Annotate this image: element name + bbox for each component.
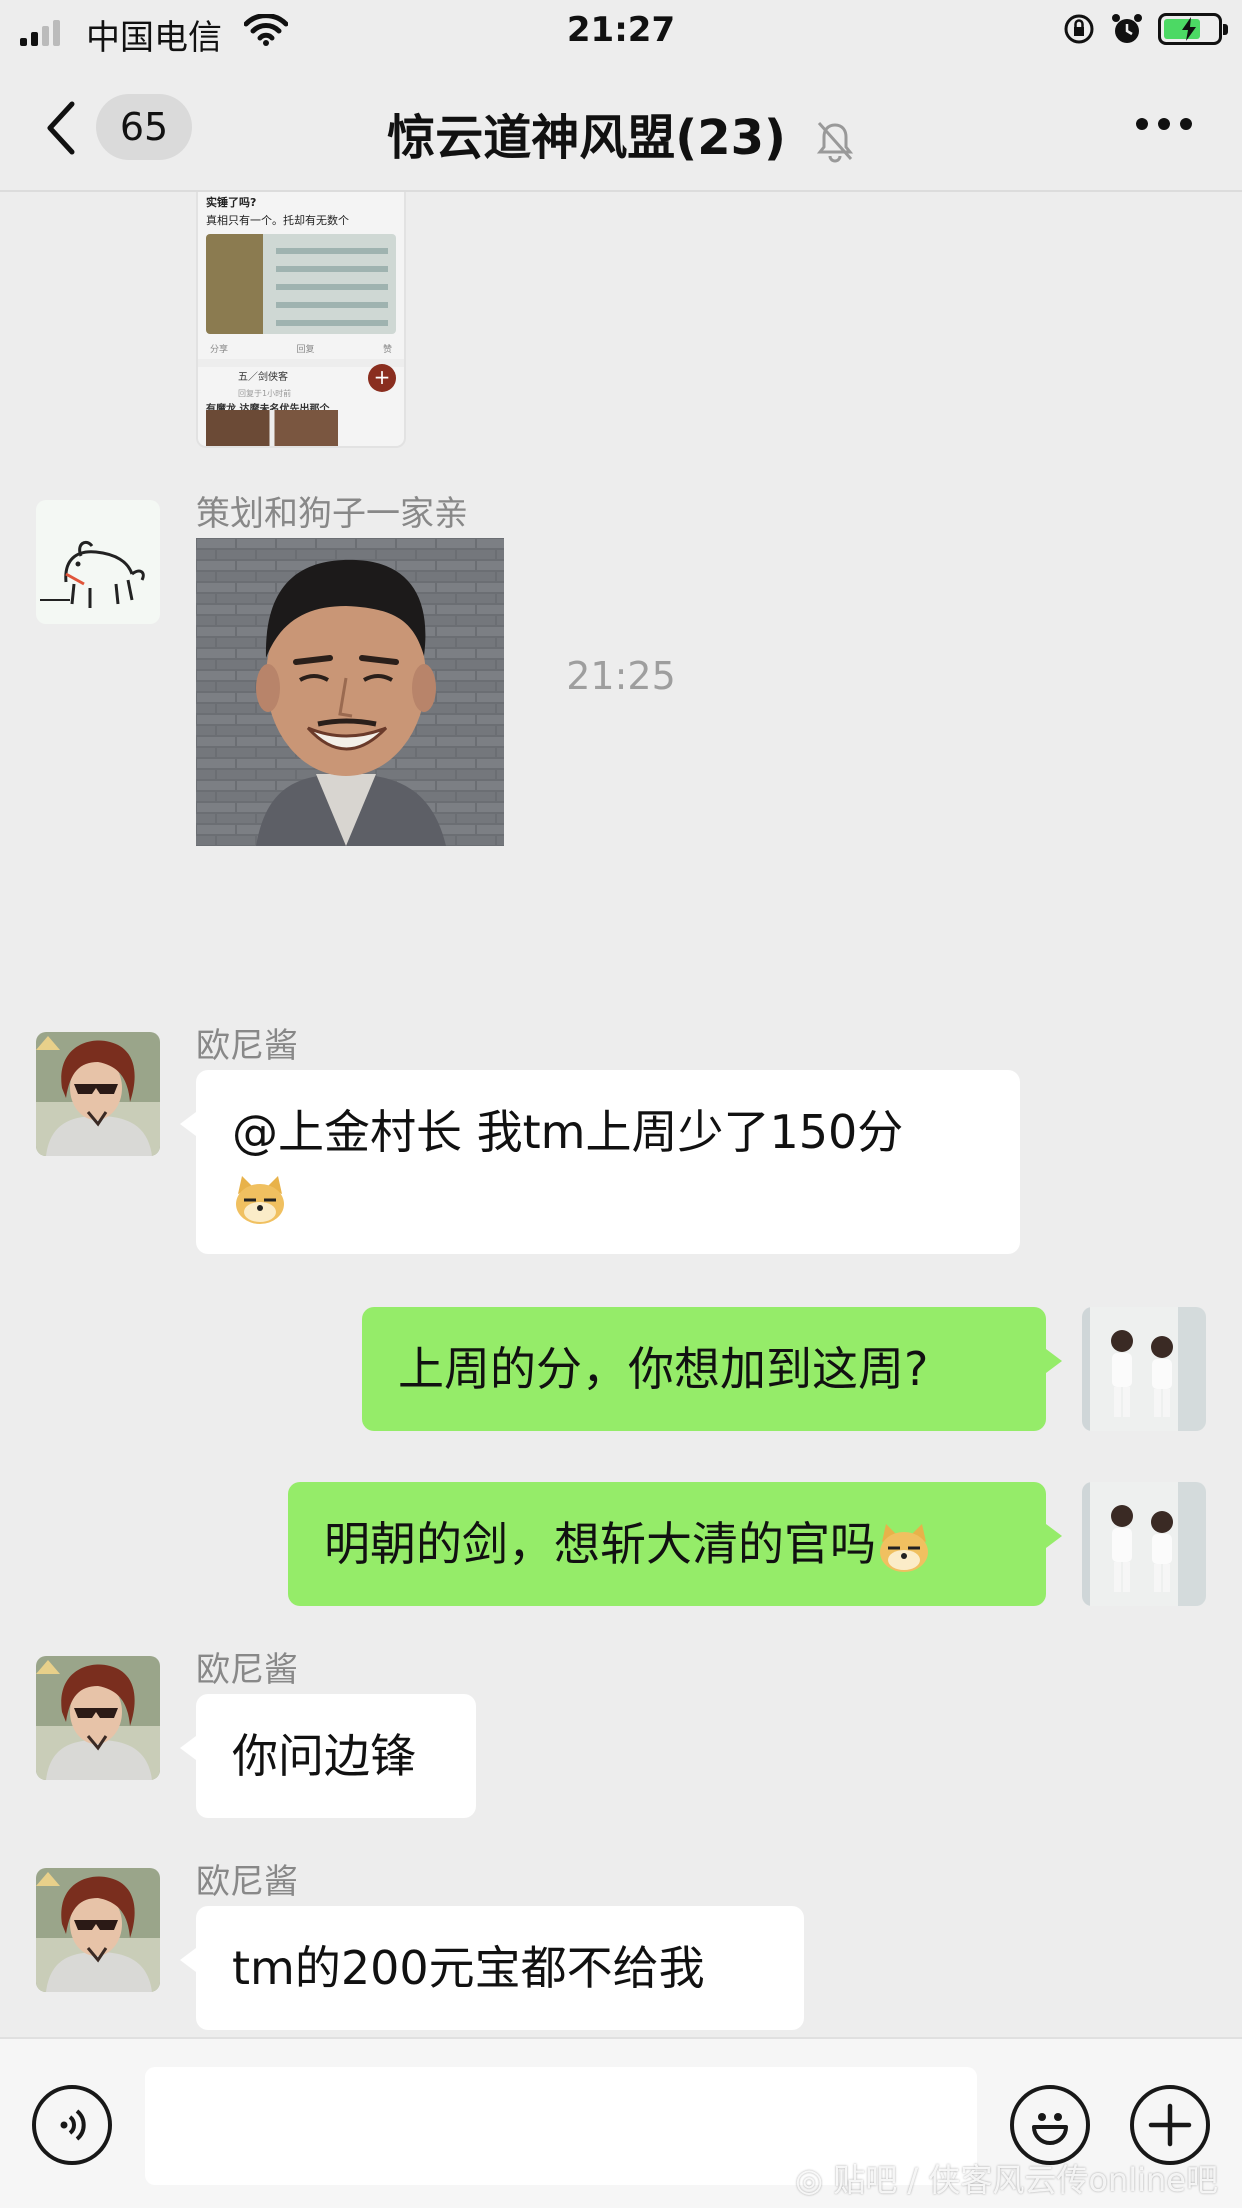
message-text: 你问边锋 (232, 1729, 416, 1783)
message-bubble[interactable]: 你问边锋 (180, 1694, 476, 1818)
message-text: 上周的分，你想加到这周? (398, 1342, 929, 1396)
bell-slash-icon (816, 122, 853, 163)
anime-avatar-icon (36, 1032, 160, 1156)
status-bar: 中国电信 21:27 (0, 0, 1242, 62)
doge-emoji-icon (880, 1523, 928, 1572)
message-text: 明朝的剑，想斩大清的官吗 (324, 1517, 876, 1571)
sender-name: 欧尼酱 (196, 1026, 298, 1066)
rotation-lock-icon (1064, 14, 1094, 44)
kids-avatar-icon (1082, 1482, 1206, 1606)
ellipsis-icon[interactable] (1136, 118, 1192, 130)
status-time: 21:27 (566, 10, 676, 50)
anime-avatar-icon (36, 1656, 160, 1780)
thumbnail-actions: 分享 回复 赞 (198, 338, 404, 367)
chat-title: 惊云道神风盟(23) (387, 110, 786, 166)
dog-avatar-icon (40, 540, 145, 608)
message-text: tm的200元宝都不给我 (232, 1941, 705, 1995)
message-bubble[interactable]: @上金村长 我tm上周少了150分 (180, 1070, 1020, 1254)
shared-screenshot-image[interactable]: 实锤了吗? 真相只有一个。托却有无数个 分享 回复 赞 五／剑侠客 回复于1小时… (196, 192, 406, 448)
message-bubble[interactable]: tm的200元宝都不给我 (180, 1906, 804, 2030)
thumbnail-line: 实锤了吗? (206, 196, 257, 209)
thumbnail-like: 赞 (382, 345, 392, 355)
chat-title-wrap: 惊云道神风盟(23) (0, 98, 1242, 168)
avatar[interactable] (36, 1656, 160, 1780)
thumbnail-share: 分享 (210, 345, 229, 355)
sender-name: 策划和狗子一家亲 (196, 494, 468, 534)
message-text: @上金村长 我tm上周少了150分 (232, 1105, 904, 1159)
battery-icon (1158, 13, 1228, 45)
thumbnail-reply: 回复 (296, 345, 315, 355)
message-bubble[interactable]: 明朝的剑，想斩大清的官吗 (288, 1482, 1062, 1606)
thumbnail-game-image (206, 234, 396, 334)
sender-name: 欧尼酱 (196, 1862, 298, 1902)
avatar[interactable] (1082, 1307, 1206, 1431)
emoji-button[interactable] (1010, 2085, 1090, 2165)
plus-button[interactable] (1130, 2085, 1210, 2165)
avatar[interactable] (36, 1868, 160, 1992)
message-bubble[interactable]: 上周的分，你想加到这周? (362, 1307, 1062, 1431)
smiley-icon (1032, 2113, 1068, 2145)
voice-icon (60, 2109, 86, 2141)
message-timestamp: 21:25 (566, 654, 676, 698)
avatar[interactable] (36, 1032, 160, 1156)
watermark: ◎ 贴吧 / 侠客风云传online吧 (795, 2161, 1218, 2199)
voice-button[interactable] (32, 2085, 112, 2165)
anime-avatar-icon (36, 1868, 160, 1992)
plus-icon (1148, 2103, 1192, 2147)
chat-header: 65 惊云道神风盟(23) (0, 62, 1242, 192)
thumbnail-line: 真相只有一个。托却有无数个 (206, 214, 349, 227)
sender-name: 欧尼酱 (196, 1650, 298, 1690)
plus-icon: + (368, 364, 396, 392)
doge-emoji-icon (236, 1175, 284, 1224)
avatar[interactable] (36, 500, 160, 624)
thumbnail-faces-image (206, 410, 338, 446)
alarm-icon (1112, 14, 1142, 43)
avatar[interactable] (1082, 1482, 1206, 1606)
kids-avatar-icon (1082, 1307, 1206, 1431)
input-bar: ◎ 贴吧 / 侠客风云传online吧 (0, 2037, 1242, 2208)
message-list[interactable]: 实锤了吗? 真相只有一个。托却有无数个 分享 回复 赞 五／剑侠客 回复于1小时… (0, 192, 1242, 2037)
